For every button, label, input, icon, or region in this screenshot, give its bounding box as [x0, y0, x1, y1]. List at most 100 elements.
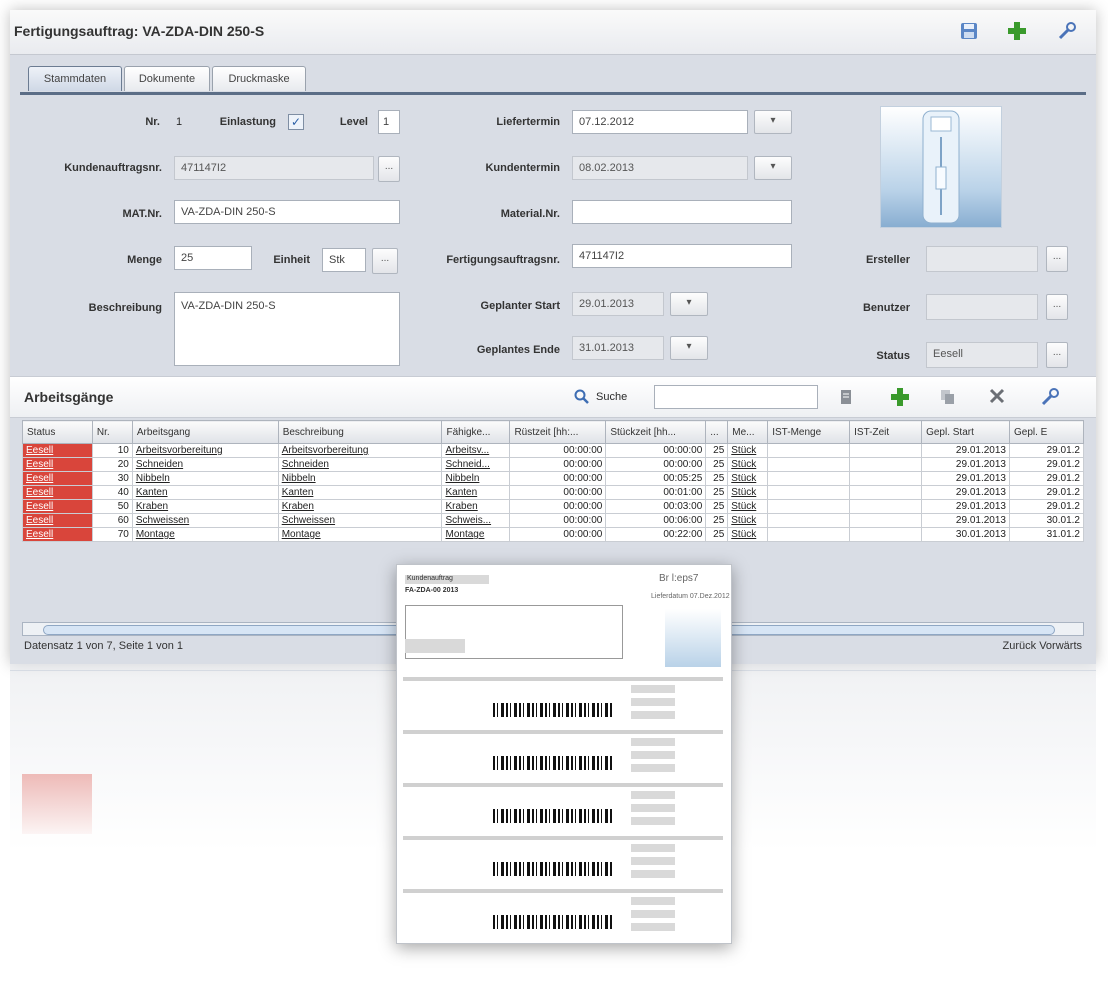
row-tools-icon[interactable]	[1040, 387, 1060, 410]
einlastung-checkbox[interactable]: ✓	[288, 114, 304, 130]
table-cell[interactable]: Montage	[441, 527, 511, 542]
ersteller-browse-button[interactable]: ...	[1046, 246, 1068, 272]
delete-icon[interactable]	[988, 387, 1006, 408]
table-cell[interactable]: 25	[705, 443, 729, 458]
kundentermin-picker-button[interactable]: ▾	[754, 156, 792, 180]
level-field[interactable]: 1	[378, 110, 400, 134]
column-header[interactable]: Stückzeit [hh...	[605, 420, 707, 444]
geplanter-start-field[interactable]: 29.01.2013	[572, 292, 664, 316]
column-header[interactable]: Beschreibung	[277, 420, 443, 444]
table-cell[interactable]: Kraben	[131, 499, 279, 514]
status-browse-button[interactable]: ...	[1046, 342, 1068, 368]
table-cell[interactable]: 29.01.2013	[921, 513, 1010, 528]
column-header[interactable]: Rüstzeit [hh:...	[509, 420, 607, 444]
matnr-field[interactable]: VA-ZDA-DIN 250-S	[174, 200, 400, 224]
table-cell[interactable]	[849, 527, 923, 542]
table-row[interactable]: Eesell 70 Montage Montage Montage 00:00:00 00:…	[22, 527, 1085, 542]
table-row[interactable]: Eesell 20 Schneiden Schneiden Schneid... 00:0…	[22, 457, 1085, 472]
table-row[interactable]: Eesell 10 Arbeitsvorbereitung Arbeitsvorber…	[22, 443, 1085, 458]
status-cell[interactable]: Eesell	[22, 513, 93, 528]
materialnr-field[interactable]	[572, 200, 792, 224]
table-cell[interactable]	[767, 471, 851, 486]
table-cell[interactable]: 25	[705, 471, 729, 486]
table-cell[interactable]	[849, 485, 923, 500]
table-cell[interactable]: 00:06:00	[605, 513, 707, 528]
table-cell[interactable]: 30.01.2	[1008, 513, 1085, 528]
add-row-icon[interactable]	[890, 387, 910, 410]
table-cell[interactable]: 25	[705, 485, 729, 500]
status-cell[interactable]: Eesell	[22, 499, 93, 514]
table-cell[interactable]: Stück	[727, 457, 769, 472]
tools-icon[interactable]	[1056, 20, 1078, 42]
table-cell[interactable]: Schneiden	[277, 457, 443, 472]
table-cell[interactable]: Stück	[727, 485, 769, 500]
table-cell[interactable]: Schweis...	[441, 513, 511, 528]
status-cell[interactable]: Eesell	[22, 457, 93, 472]
tab-dokumente[interactable]: Dokumente	[124, 66, 210, 91]
document-icon[interactable]	[838, 389, 854, 408]
table-cell[interactable]: 29.01.2013	[921, 485, 1010, 500]
status-cell[interactable]: Eesell	[22, 527, 93, 542]
table-cell[interactable]: 25	[705, 527, 729, 542]
table-cell[interactable]: Arbeitsv...	[441, 443, 511, 458]
table-cell[interactable]: Stück	[727, 443, 769, 458]
save-icon[interactable]	[958, 20, 980, 42]
table-cell[interactable]: 00:01:00	[605, 485, 707, 500]
table-cell[interactable]	[849, 443, 923, 458]
table-cell[interactable]: Nibbeln	[277, 471, 443, 486]
table-cell[interactable]: 50	[91, 499, 133, 514]
table-cell[interactable]	[767, 527, 851, 542]
table-cell[interactable]: Kraben	[277, 499, 443, 514]
table-cell[interactable]: Stück	[727, 513, 769, 528]
status-cell[interactable]: Eesell	[22, 471, 93, 486]
search-input[interactable]	[654, 385, 818, 409]
table-cell[interactable]: 29.01.2	[1008, 499, 1085, 514]
table-cell[interactable]: 00:00:00	[509, 457, 607, 472]
table-cell[interactable]: 30	[91, 471, 133, 486]
geplantes-ende-field[interactable]: 31.01.2013	[572, 336, 664, 360]
table-cell[interactable]: 00:00:00	[509, 513, 607, 528]
table-cell[interactable]	[849, 457, 923, 472]
kundenauftragsnr-browse-button[interactable]: ...	[378, 156, 400, 182]
table-cell[interactable]: 00:00:00	[509, 443, 607, 458]
table-cell[interactable]: Stück	[727, 471, 769, 486]
table-cell[interactable]: Montage	[131, 527, 279, 542]
column-header[interactable]: IST-Zeit	[849, 420, 923, 444]
tab-druckmaske[interactable]: Druckmaske	[212, 66, 306, 91]
table-cell[interactable]: 29.01.2013	[921, 471, 1010, 486]
status-cell[interactable]: Eesell	[22, 443, 93, 458]
column-header[interactable]: Gepl. Start	[921, 420, 1010, 444]
status-cell[interactable]: Eesell	[22, 485, 93, 500]
table-cell[interactable]: 00:00:00	[605, 457, 707, 472]
einheit-browse-button[interactable]: ...	[372, 248, 398, 274]
table-cell[interactable]: 29.01.2	[1008, 485, 1085, 500]
table-cell[interactable]: Nibbeln	[131, 471, 279, 486]
ersteller-field[interactable]	[926, 246, 1038, 272]
table-cell[interactable]: 25	[705, 457, 729, 472]
table-cell[interactable]	[849, 513, 923, 528]
geplanter-start-picker-button[interactable]: ▾	[670, 292, 708, 316]
table-cell[interactable]	[767, 443, 851, 458]
column-header[interactable]: IST-Menge	[767, 420, 851, 444]
liefertermin-picker-button[interactable]: ▾	[754, 110, 792, 134]
add-icon[interactable]	[1006, 20, 1028, 42]
column-header[interactable]: Fähigke...	[441, 420, 511, 444]
table-cell[interactable]: 31.01.2	[1008, 527, 1085, 542]
table-cell[interactable]: 29.01.2	[1008, 471, 1085, 486]
table-cell[interactable]: Kraben	[441, 499, 511, 514]
table-cell[interactable]: 29.01.2013	[921, 443, 1010, 458]
table-cell[interactable]: 29.01.2	[1008, 443, 1085, 458]
table-cell[interactable]: Schneid...	[441, 457, 511, 472]
einheit-field[interactable]: Stk	[322, 248, 366, 272]
fertigungsauftragsnr-field[interactable]: 471147I2	[572, 244, 792, 268]
table-cell[interactable]: 20	[91, 457, 133, 472]
table-row[interactable]: Eesell 60 Schweissen Schweissen Schweis... 00…	[22, 513, 1085, 528]
copy-icon[interactable]	[940, 389, 956, 408]
table-cell[interactable]	[767, 485, 851, 500]
benutzer-field[interactable]	[926, 294, 1038, 320]
table-cell[interactable]: 25	[705, 499, 729, 514]
table-cell[interactable]: Schneiden	[131, 457, 279, 472]
table-row[interactable]: Eesell 50 Kraben Kraben Kraben 00:00:00 00:03:…	[22, 499, 1085, 514]
table-cell[interactable]: 00:03:00	[605, 499, 707, 514]
table-cell[interactable]: 25	[705, 513, 729, 528]
